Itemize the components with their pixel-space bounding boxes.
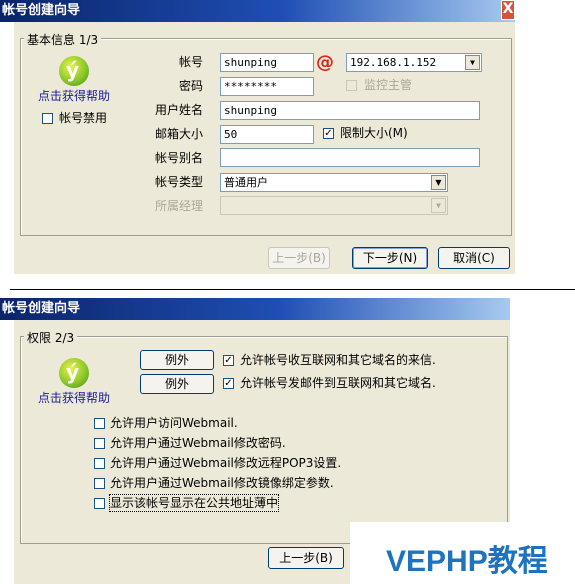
wizard1-close-button[interactable]: X (501, 0, 515, 20)
permission-checkbox-5[interactable] (94, 458, 105, 469)
wizard1-titlebar: 帐号创建向导 (0, 0, 515, 22)
permission-checkbox-1[interactable]: ✓ (223, 355, 234, 366)
wizard1-dialog: 基本信息 1/3 ý 点击获得帮助 帐号禁用 帐号 shunping @ 192… (14, 22, 515, 274)
alias-input[interactable] (220, 148, 480, 167)
permission-label-3: 允许用户访问Webmail. (110, 416, 238, 430)
alias-label: 帐号别名 (155, 151, 204, 165)
next-button[interactable]: 下一步(N) (352, 247, 428, 269)
account-type-value: 普通用户 (224, 176, 268, 189)
permission-label-6: 允许用户通过Webmail修改镜像绑定参数. (110, 476, 334, 490)
permission-checkbox-3[interactable] (94, 418, 105, 429)
permission-label-4: 允许用户通过Webmail修改密码. (110, 436, 286, 450)
supervisor-checkbox[interactable] (346, 80, 357, 91)
password-input[interactable]: ******** (220, 77, 314, 96)
permission-checkbox-6[interactable] (94, 478, 105, 489)
limit-size-checkbox[interactable]: ✓ (323, 128, 334, 139)
chevron-down-icon[interactable]: ▼ (431, 175, 446, 190)
username-input[interactable]: shunping (220, 101, 480, 120)
mailbox-size-label: 邮箱大小 (155, 127, 204, 141)
cancel-button[interactable]: 取消(C) (438, 247, 510, 269)
account-disabled-checkbox[interactable] (42, 113, 53, 124)
wizard2-titlebar: 帐号创建向导 (0, 298, 510, 320)
wizard2-title: 帐号创建向导 (2, 301, 81, 316)
account-disabled-label: 帐号禁用 (59, 111, 108, 125)
green-y-logo-icon: ý (59, 358, 89, 388)
permission-label-7: 显示该帐号显示在公共地址薄中 (108, 494, 280, 512)
permission-label-5: 允许用户通过Webmail修改远程POP3设置. (110, 456, 342, 470)
permission-checkbox-7[interactable] (94, 498, 105, 509)
account-type-label: 帐号类型 (155, 175, 204, 189)
prev-button[interactable]: 上一步(B) (268, 547, 344, 569)
manager-select[interactable]: ▼ (220, 196, 448, 215)
permission-label-2: 允许帐号发邮件到互联网和其它域名. (240, 376, 436, 390)
mailbox-size-input[interactable]: 50 (220, 125, 314, 144)
username-label: 用户姓名 (155, 103, 204, 117)
account-label: 帐号 (179, 55, 204, 69)
chevron-down-icon[interactable]: ▼ (431, 198, 446, 213)
chevron-down-icon[interactable]: ▼ (465, 55, 480, 70)
help-link[interactable]: 点击获得帮助 (38, 87, 110, 104)
permission-checkbox-2[interactable]: ✓ (223, 378, 234, 389)
exception-button-outgoing[interactable]: 例外 (140, 374, 214, 394)
separator-line (10, 289, 575, 290)
help-link[interactable]: 点击获得帮助 (38, 389, 110, 406)
permissions-group-label: 权限 2/3 (24, 329, 78, 346)
permission-label-1: 允许帐号收互联网和其它域名的来信. (240, 353, 436, 367)
green-y-logo-icon: ý (59, 56, 89, 86)
watermark-text: VEPHP教程 (386, 545, 548, 578)
account-type-select[interactable]: 普通用户 ▼ (220, 173, 448, 192)
prev-button[interactable]: 上一步(B) (268, 247, 330, 269)
supervisor-label: 监控主管 (364, 78, 413, 92)
permission-checkbox-4[interactable] (94, 438, 105, 449)
basic-info-group-label: 基本信息 1/3 (24, 31, 102, 48)
password-label: 密码 (179, 79, 204, 93)
manager-label: 所属经理 (155, 199, 204, 213)
wizard1-title: 帐号创建向导 (2, 3, 81, 18)
domain-select-value: 192.168.1.152 (350, 56, 437, 69)
account-input[interactable]: shunping (220, 53, 314, 72)
at-sign-icon: @ (316, 52, 334, 73)
domain-select[interactable]: 192.168.1.152 ▼ (346, 53, 482, 72)
close-icon: X (502, 1, 514, 17)
exception-button-incoming[interactable]: 例外 (140, 350, 214, 370)
limit-size-label: 限制大小(M) (340, 126, 408, 140)
